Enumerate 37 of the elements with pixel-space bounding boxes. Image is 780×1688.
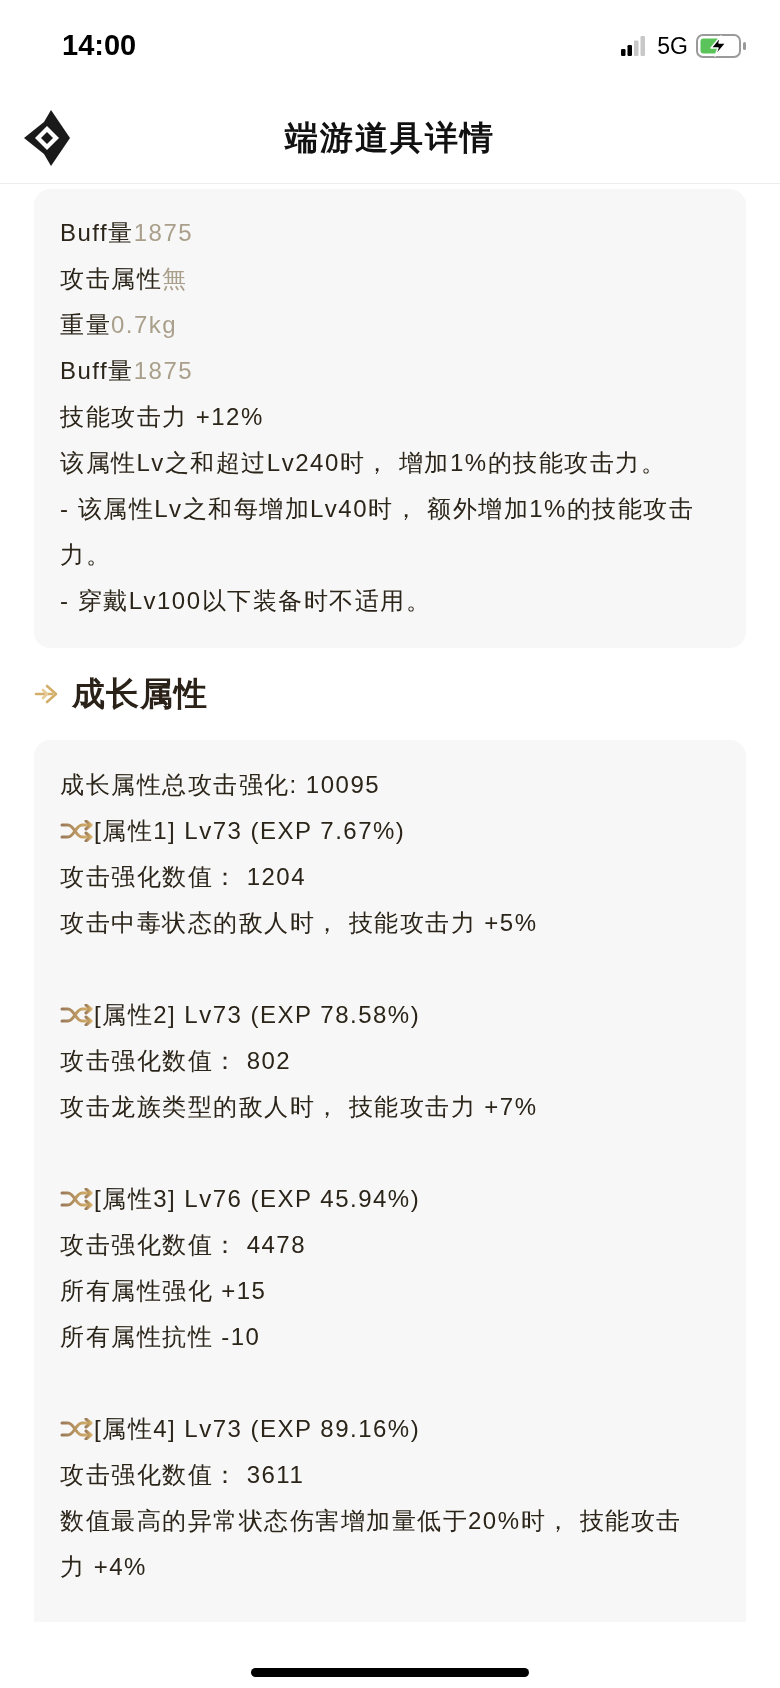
stat-label: 重量	[60, 311, 111, 338]
attribute-heading: [属性1] Lv73 (EXP 7.67%)	[94, 816, 406, 846]
description-text: - 穿戴Lv100以下装备时不适用。	[60, 586, 433, 616]
stat-value: 0.7kg	[111, 311, 178, 338]
attribute-text: 攻击中毒状态的敌人时， 技能攻击力 +5%	[60, 908, 539, 938]
attribute-text: 所有属性强化 +15	[60, 1276, 268, 1306]
attribute-text: 数值最高的异常状态伤害增加量低于20%时， 技能攻击力 +4%	[60, 1506, 683, 1582]
attribute-heading: [属性2] Lv73 (EXP 78.58%)	[94, 1000, 421, 1030]
section-title: 成长属性	[72, 674, 208, 715]
stat-label: Buff量	[60, 357, 134, 384]
total-text: 成长属性总攻击强化: 10095	[60, 770, 382, 800]
battery-charging-icon	[696, 34, 746, 58]
network-label: 5G	[657, 31, 688, 61]
attribute-text: 攻击龙族类型的敌人时， 技能攻击力 +7%	[60, 1092, 539, 1122]
stat-value: 無	[162, 265, 188, 292]
page-title: 端游道具详情	[285, 117, 495, 158]
stat-value: 1875	[133, 219, 194, 246]
description-text: - 该属性Lv之和每增加Lv40时， 额外增加1%的技能攻击力。	[60, 494, 696, 570]
signal-icon	[621, 36, 646, 56]
stat-label: 攻击属性	[60, 265, 162, 292]
shuffle-icon	[60, 1004, 94, 1026]
attribute-text: 攻击强化数值： 802	[60, 1046, 293, 1076]
description-text: 该属性Lv之和超过Lv240时， 增加1%的技能攻击力。	[60, 448, 668, 478]
shuffle-icon	[60, 1188, 94, 1210]
attribute-text: 攻击强化数值： 1204	[60, 862, 308, 892]
shuffle-icon	[60, 1418, 94, 1440]
attribute-text: 攻击强化数值： 4478	[60, 1230, 308, 1260]
stat-value: 1875	[133, 357, 194, 384]
attribute-text: 攻击强化数值： 3611	[60, 1460, 306, 1490]
attribute-heading: [属性4] Lv73 (EXP 89.16%)	[94, 1414, 421, 1444]
status-time: 14:00	[62, 28, 137, 64]
logo-icon	[24, 109, 70, 166]
stat-label: Buff量	[60, 219, 134, 246]
attribute-heading: [属性3] Lv76 (EXP 45.94%)	[94, 1184, 421, 1214]
description-text: 技能攻击力 +12%	[60, 402, 265, 432]
attribute-text: 所有属性抗性 -10	[60, 1322, 262, 1352]
shuffle-icon	[60, 820, 94, 842]
